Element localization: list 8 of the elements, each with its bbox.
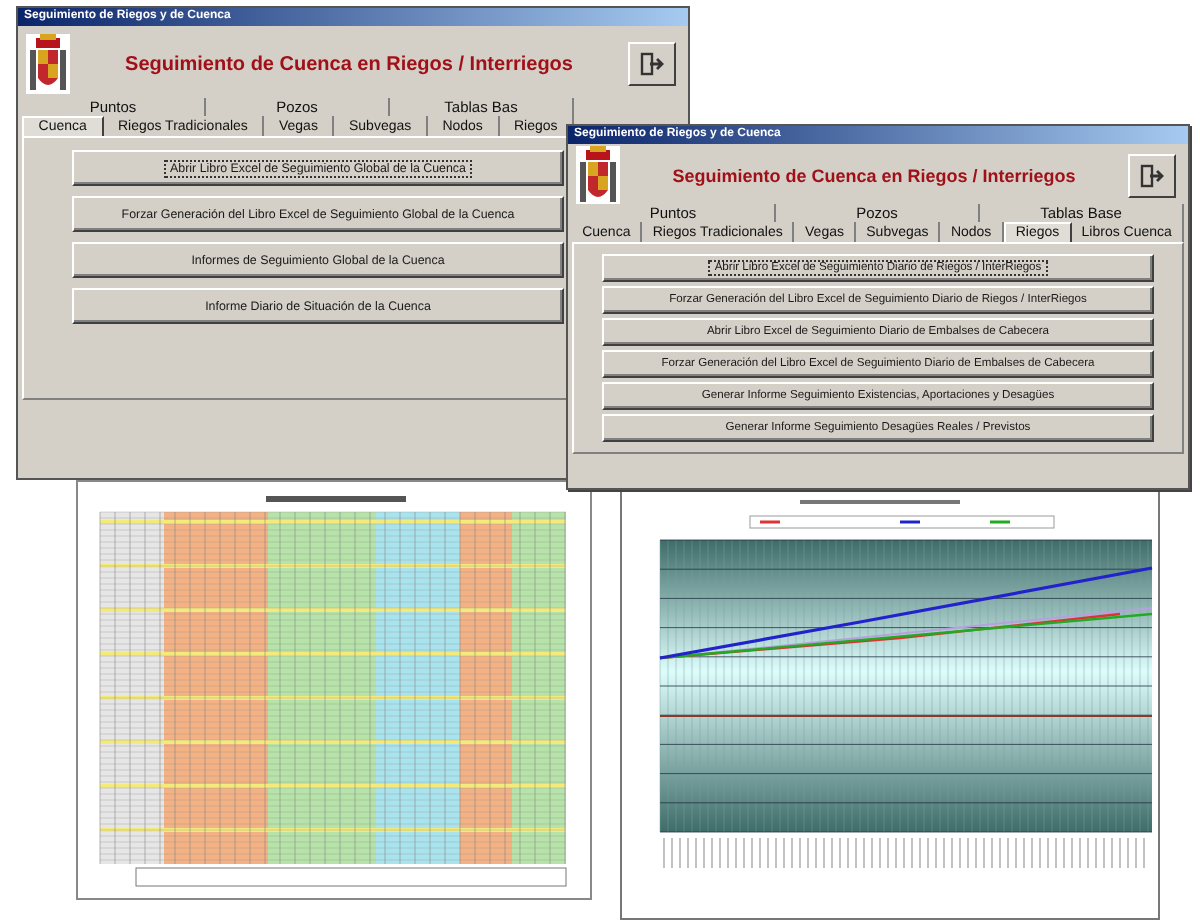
app-heading: Seguimiento de Cuenca en Riegos / Interriegos (670, 166, 1078, 186)
crest-icon (26, 34, 70, 94)
exit-icon (1140, 164, 1164, 188)
crest-icon (576, 146, 620, 206)
exit-button[interactable] (1128, 154, 1176, 198)
app-heading: Seguimiento de Cuenca en Riegos / Interriegos (123, 53, 575, 75)
exit-button[interactable] (628, 42, 676, 86)
exit-icon (640, 52, 664, 76)
